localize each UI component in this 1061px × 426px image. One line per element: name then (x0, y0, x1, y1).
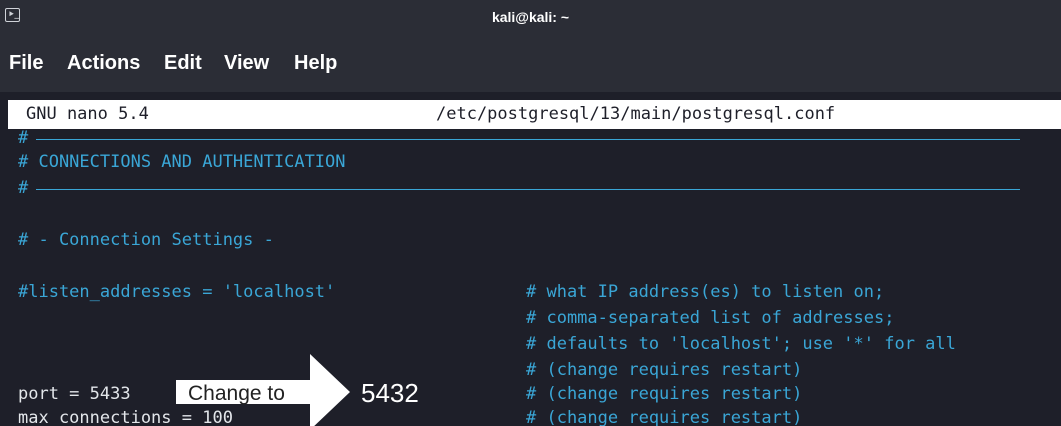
port-line: port = 5433 (18, 384, 131, 404)
comment-line: # what IP address(es) to listen on; (526, 282, 885, 302)
menu-view[interactable]: View (224, 52, 269, 75)
comment-line: # (change requires restart) (526, 384, 803, 404)
change-annotation: Change to 5432 (176, 354, 456, 426)
divider-top (36, 139, 1020, 140)
comment-line: # (change requires restart) (526, 360, 803, 380)
rule-hash-top: # (18, 128, 29, 148)
menu-bar: File Actions Edit View Help (0, 38, 1061, 92)
annotation-value: 5432 (361, 378, 419, 408)
subsection-title: # - Connection Settings - (18, 230, 274, 250)
title-bar: ⯈_ kali@kali: ~ (0, 0, 1061, 38)
nano-header-bar: GNU nano 5.4 /etc/postgresql/13/main/pos… (8, 100, 1061, 129)
nano-version: GNU nano 5.4 (26, 104, 149, 124)
nano-file-path: /etc/postgresql/13/main/postgresql.conf (436, 104, 836, 124)
menu-actions[interactable]: Actions (67, 52, 140, 75)
annotation-label: Change to (188, 382, 285, 405)
terminal-editor[interactable]: GNU nano 5.4 /etc/postgresql/13/main/pos… (0, 92, 1061, 426)
comment-line: # defaults to 'localhost'; use '*' for a… (526, 334, 956, 354)
divider-bottom (36, 189, 1020, 190)
listen-addresses-line: #listen_addresses = 'localhost' (18, 282, 336, 302)
menu-help[interactable]: Help (294, 52, 337, 75)
menu-edit[interactable]: Edit (164, 52, 202, 75)
window-title: kali@kali: ~ (491, 9, 570, 25)
comment-line: # (change requires restart) (526, 408, 803, 426)
comment-line: # comma-separated list of addresses; (526, 308, 895, 328)
section-title: # CONNECTIONS AND AUTHENTICATION (18, 152, 346, 172)
menu-file[interactable]: File (9, 52, 43, 75)
rule-hash-bottom: # (18, 178, 29, 198)
